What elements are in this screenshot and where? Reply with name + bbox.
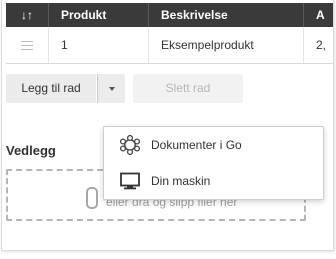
menu-item-label: Dokumenter i Go [151, 138, 242, 152]
upload-source-menu: Dokumenter i Go Din maskin [103, 126, 324, 200]
drag-handle-icon [21, 41, 33, 50]
sort-button[interactable]: ↓↑ [6, 3, 48, 27]
chevron-down-icon [108, 86, 115, 91]
paperclip-icon [86, 187, 98, 209]
network-icon [119, 135, 141, 155]
attachments-title: Vedlegg [6, 143, 56, 158]
add-row-button[interactable]: Legg til rad [6, 74, 96, 103]
menu-item-dokumenter-i-go[interactable]: Dokumenter i Go [104, 127, 323, 163]
table-row[interactable]: 1 Eksempelprodukt 2, [6, 27, 333, 64]
menu-item-label: Din maskin [151, 174, 211, 188]
monitor-icon [120, 172, 140, 190]
add-row-dropdown-button[interactable] [97, 74, 125, 103]
column-header-a[interactable]: A [303, 3, 333, 27]
cell-beskrivelse[interactable]: Eksempelprodukt [148, 27, 303, 63]
column-header-produkt[interactable]: Produkt [48, 3, 148, 27]
cell-produkt[interactable]: 1 [48, 27, 148, 63]
delete-row-button[interactable]: Slett rad [133, 74, 243, 103]
cell-extra[interactable]: 2, [303, 27, 333, 63]
menu-item-din-maskin[interactable]: Din maskin [104, 163, 323, 199]
table-header: ↓↑ Produkt Beskrivelse A [6, 3, 333, 27]
drag-handle[interactable] [6, 27, 48, 63]
column-header-beskrivelse[interactable]: Beskrivelse [148, 3, 303, 27]
